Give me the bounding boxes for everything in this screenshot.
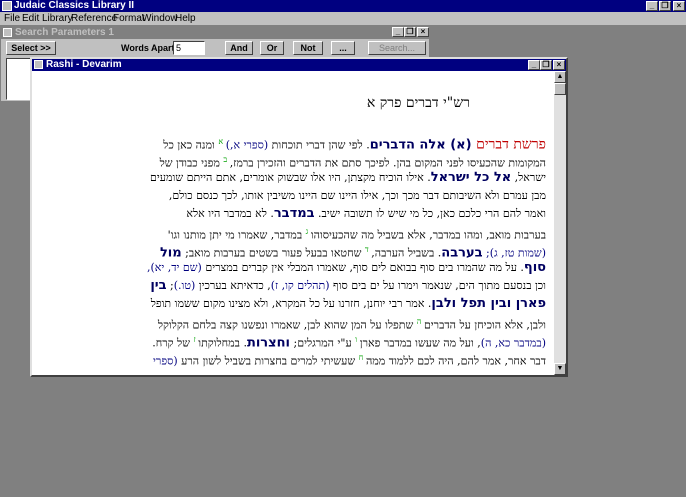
scroll-thumb[interactable] [554, 83, 566, 95]
source-reference[interactable]: (ספרי [153, 355, 178, 368]
source-reference[interactable]: (שמות טז, ג); [483, 247, 546, 260]
menu-window[interactable]: Window [142, 12, 178, 25]
commentary-text-run: . אילו הוכיח מקצתן, היו אלו שבשוק אומרים… [150, 171, 431, 184]
commentary-text-run: וכן בנסעם מתוך הים, שנאמר וימרו על ים בי… [329, 279, 546, 292]
commentary-text-run: ומנה כאן כל [163, 138, 219, 152]
rashi-title: Rashi - Devarim [46, 59, 122, 70]
rashi-restore-button[interactable]: ❐ [540, 60, 552, 70]
commentary-line: ישראל, אל כל ישראל. אילו הוכיח מקצתן, הי… [150, 169, 546, 187]
commentary-text-run: ולבן, אלא הוכיחן על הדברים [423, 318, 546, 332]
commentary-text-run: דבר אחר, אמר להם, היה לכם ללמוד ממה [365, 354, 546, 368]
commentary-text-run: . לא במדבר היו אלא [186, 207, 274, 220]
commentary-text-run: במדבר, שאמרו מי יתן מותנו וגו' [167, 228, 306, 242]
commentary-line: דבר אחר, אמר להם, היה לכם ללמוד ממה ח שע… [153, 349, 546, 371]
and-button[interactable]: And [225, 41, 253, 55]
words-apart-input[interactable]: 5 [173, 41, 205, 55]
commentary-line: וכן בנסעם מתוך הים, שנאמר וימרו על ים בי… [150, 277, 546, 295]
commentary-text-run: . בשביל הערבה, [371, 246, 442, 260]
commentary-line: סוף. על מה שהמרו בים סוף בבואם לים סוף, … [147, 259, 546, 277]
scroll-down-arrow[interactable]: ▼ [554, 363, 566, 375]
source-reference[interactable]: (שם יד, יא), [147, 261, 202, 274]
source-reference[interactable]: (ספרי א,) [226, 139, 269, 152]
vertical-scrollbar[interactable]: ▲ ▼ [554, 71, 566, 375]
source-reference[interactable]: (במדבר כא, ה) [481, 337, 546, 350]
commentary-text-run: המקומות שהכעיסו לפני המקום בהן. לפיכך סת… [229, 156, 546, 170]
menu-help[interactable]: Help [175, 12, 196, 25]
app-title: Judaic Classics Library II [14, 0, 135, 11]
search-parameters-title: Search Parameters 1 [15, 27, 114, 38]
app-close-button[interactable]: × [673, 1, 685, 11]
commentary-text-run: , ועל מה שעשו במדבר פארן [359, 336, 481, 350]
search-minimize-button[interactable]: _ [392, 27, 404, 37]
commentary-text-run: שתפלו על המן שהוא לבן, שאמרו ונפשנו קצה … [157, 318, 417, 332]
commentary-text-run: מפני כבודן של [159, 156, 224, 170]
commentary-text-run: ישראל, [511, 171, 546, 184]
commentary-text-run: . לפי שהן דברי תוכחות [268, 138, 370, 152]
menu-reference[interactable]: Reference [71, 12, 117, 25]
source-reference[interactable]: (תהלים קו, ז) [271, 279, 330, 292]
commentary-text-run: . במחלוקתו [198, 336, 247, 350]
source-reference[interactable]: (טו.) [174, 279, 196, 292]
menu-edit[interactable]: Edit [22, 12, 39, 25]
chapter-heading: רש"י דברים פרק א [366, 95, 470, 111]
menu-library[interactable]: Library [42, 12, 73, 25]
search-button[interactable]: Search... [368, 41, 426, 55]
search-parameters-titlebar[interactable]: Search Parameters 1 _ ❐ × [1, 26, 429, 39]
menu-file[interactable]: File [4, 12, 20, 25]
app-titlebar: Judaic Classics Library II _ ❐ × [0, 0, 686, 12]
footnote-marker[interactable]: ח [359, 353, 366, 362]
menu-bar: File Edit Library Reference Format Windo… [0, 12, 686, 25]
search-restore-button[interactable]: ❐ [404, 27, 416, 37]
dibur-hamatchil: בין [150, 278, 167, 293]
commentary-text-run: מבן עמרם ולא השיבותם דבר מכך וכך, אילו ה… [168, 189, 546, 202]
words-apart-label: Words Apart [121, 43, 175, 53]
rashi-minimize-button[interactable]: _ [528, 60, 540, 70]
rashi-devarim-window: Rashi - Devarim _ ❐ × רש"י דברים פרק א פ… [30, 57, 568, 377]
dibur-hamatchil: סוף [523, 260, 546, 275]
footnote-marker[interactable]: א [218, 137, 225, 146]
rashi-window-icon[interactable] [34, 60, 43, 69]
search-window-icon[interactable] [3, 28, 12, 37]
commentary-line: פארן ובין תפל ולבן. אמר רבי יוחנן, חזרנו… [151, 295, 546, 313]
commentary-text-run: בערבות מואב, ומהו במדבר, אלא בשביל מה שה… [310, 228, 546, 242]
commentary-text-run: , כדאיתא בערכין [195, 279, 271, 292]
ellipsis-button[interactable]: ... [331, 41, 355, 55]
dibur-hamatchil: אל כל ישראל [430, 170, 512, 185]
or-button[interactable]: Or [260, 41, 284, 55]
app-minimize-button[interactable]: _ [646, 1, 658, 11]
app-icon[interactable] [2, 1, 12, 11]
commentary-text-run: ; [166, 279, 174, 292]
commentary-line: ואמר להם הרי כלכם כאן, כל מי שיש לו תשוב… [186, 205, 546, 223]
search-close-button[interactable]: × [417, 27, 429, 37]
commentary-text-run: . על מה שהמרו בים סוף בבואם לים סוף, שאמ… [201, 261, 524, 274]
app-restore-button[interactable]: ❐ [659, 1, 671, 11]
commentary-text-run: שחטאו בבעל פעור בשטים בערבות מואב; [181, 246, 365, 260]
commentary-line: מבן עמרם ולא השיבותם דבר מכך וכך, אילו ה… [169, 187, 546, 205]
not-button[interactable]: Not [293, 41, 323, 55]
footnote-marker[interactable]: ה [417, 317, 424, 326]
rashi-titlebar[interactable]: Rashi - Devarim _ ❐ × [32, 59, 566, 71]
commentary-text-run: של קרח. [152, 336, 194, 350]
commentary-text-run: . אמר רבי יוחנן, חזרנו על כל המקרא, ולא … [150, 297, 432, 310]
commentary-text-run: שעשיתי למרים בחצרות בשביל לשון הרע [177, 354, 359, 368]
dibur-hamatchil: במדבר [273, 206, 315, 221]
select-button[interactable]: Select >> [6, 41, 56, 55]
rashi-close-button[interactable]: × [553, 60, 565, 70]
dibur-hamatchil: פארן ובין תפל ולבן [431, 296, 546, 311]
commentary-text-run: ע"י המרגלים; [290, 336, 356, 350]
menu-format[interactable]: Format [113, 12, 145, 25]
commentary-text-run: ואמר להם הרי כלכם כאן, כל מי שיש לו תשוב… [314, 207, 546, 220]
rashi-text-area[interactable]: רש"י דברים פרק א פרשת דברים (א) אלה הדבר… [32, 71, 554, 375]
scroll-up-arrow[interactable]: ▲ [554, 71, 566, 83]
search-results-box[interactable] [6, 58, 32, 100]
